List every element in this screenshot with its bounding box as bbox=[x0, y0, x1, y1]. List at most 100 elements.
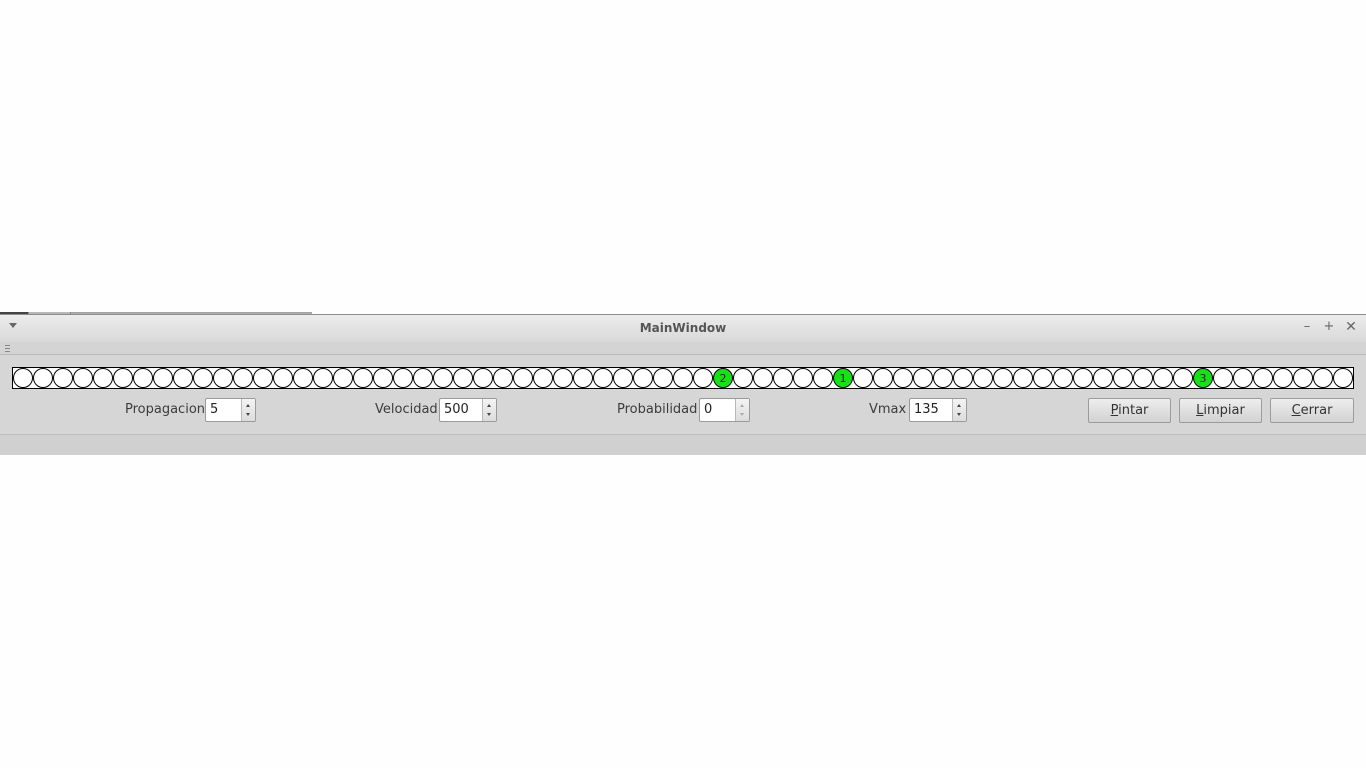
cerrar-label: errar bbox=[1300, 403, 1333, 418]
probabilidad-spinbox[interactable]: 0 bbox=[699, 398, 750, 422]
empty-cell-circle bbox=[1253, 368, 1273, 388]
probabilidad-up-icon[interactable] bbox=[740, 404, 744, 407]
cerrar-button[interactable]: Cerrar bbox=[1270, 398, 1354, 423]
empty-cell-circle bbox=[93, 368, 113, 388]
empty-cell-circle bbox=[1053, 368, 1073, 388]
empty-cell-circle bbox=[313, 368, 333, 388]
empty-cell-circle bbox=[613, 368, 633, 388]
cell bbox=[953, 368, 973, 388]
cell bbox=[813, 368, 833, 388]
toolbar bbox=[0, 342, 1366, 355]
empty-cell-circle bbox=[13, 368, 33, 388]
empty-cell-circle bbox=[513, 368, 533, 388]
velocidad-value[interactable]: 500 bbox=[444, 402, 469, 417]
limpiar-label: impiar bbox=[1203, 403, 1245, 418]
empty-cell-circle bbox=[213, 368, 233, 388]
empty-cell-circle bbox=[953, 368, 973, 388]
empty-cell-circle bbox=[273, 368, 293, 388]
vmax-label: Vmax bbox=[869, 402, 907, 417]
pintar-button[interactable]: Pintar bbox=[1088, 398, 1171, 423]
vmax-up-icon[interactable] bbox=[957, 404, 961, 407]
cell bbox=[73, 368, 93, 388]
propagacion-value[interactable]: 5 bbox=[210, 402, 218, 417]
cell bbox=[1073, 368, 1093, 388]
empty-cell-circle bbox=[1333, 368, 1353, 388]
limpiar-button[interactable]: Limpiar bbox=[1179, 398, 1262, 423]
empty-cell-circle bbox=[1173, 368, 1193, 388]
empty-cell-circle bbox=[593, 368, 613, 388]
cell bbox=[893, 368, 913, 388]
empty-cell-circle bbox=[1033, 368, 1053, 388]
empty-cell-circle bbox=[873, 368, 893, 388]
cell bbox=[773, 368, 793, 388]
empty-cell-circle bbox=[253, 368, 273, 388]
empty-cell-circle bbox=[753, 368, 773, 388]
cell bbox=[1253, 368, 1273, 388]
cell bbox=[573, 368, 593, 388]
cell bbox=[293, 368, 313, 388]
velocidad-spinbox[interactable]: 500 bbox=[439, 398, 497, 422]
probabilidad-value[interactable]: 0 bbox=[704, 402, 712, 417]
cell bbox=[113, 368, 133, 388]
empty-cell-circle bbox=[1273, 368, 1293, 388]
empty-cell-circle bbox=[853, 368, 873, 388]
cell bbox=[533, 368, 553, 388]
cell bbox=[33, 368, 53, 388]
empty-cell-circle bbox=[813, 368, 833, 388]
cell bbox=[1013, 368, 1033, 388]
empty-cell-circle bbox=[733, 368, 753, 388]
vmax-spinbox[interactable]: 135 bbox=[909, 398, 967, 422]
velocidad-up-icon[interactable] bbox=[487, 404, 491, 407]
cell: 1 bbox=[833, 368, 853, 388]
cell bbox=[1113, 368, 1133, 388]
cell bbox=[513, 368, 533, 388]
empty-cell-circle bbox=[1113, 368, 1133, 388]
empty-cell-circle bbox=[1073, 368, 1093, 388]
cell bbox=[393, 368, 413, 388]
empty-cell-circle bbox=[233, 368, 253, 388]
title-bar[interactable]: MainWindow – + ✕ bbox=[0, 315, 1366, 342]
cell bbox=[1033, 368, 1053, 388]
cell bbox=[273, 368, 293, 388]
cell bbox=[793, 368, 813, 388]
empty-cell-circle bbox=[1093, 368, 1113, 388]
cell bbox=[1093, 368, 1113, 388]
propagacion-spinbox[interactable]: 5 bbox=[205, 398, 256, 422]
toolbar-grip-icon[interactable] bbox=[5, 345, 10, 352]
cell bbox=[173, 368, 193, 388]
empty-cell-circle bbox=[153, 368, 173, 388]
cell bbox=[933, 368, 953, 388]
cell bbox=[433, 368, 453, 388]
cell bbox=[1213, 368, 1233, 388]
propagacion-down-icon[interactable] bbox=[246, 413, 250, 416]
window-title: MainWindow bbox=[639, 321, 727, 335]
minimize-icon[interactable]: – bbox=[1300, 320, 1314, 334]
empty-cell-circle bbox=[913, 368, 933, 388]
velocidad-down-icon[interactable] bbox=[487, 413, 491, 416]
cell-label: 1 bbox=[840, 372, 847, 385]
empty-cell-circle bbox=[473, 368, 493, 388]
empty-cell-circle bbox=[573, 368, 593, 388]
empty-cell-circle bbox=[373, 368, 393, 388]
empty-cell-circle bbox=[553, 368, 573, 388]
vmax-down-icon[interactable] bbox=[957, 413, 961, 416]
cell bbox=[1153, 368, 1173, 388]
empty-cell-circle bbox=[793, 368, 813, 388]
pintar-label: intar bbox=[1118, 403, 1149, 418]
empty-cell-circle bbox=[293, 368, 313, 388]
cell bbox=[593, 368, 613, 388]
cell-canvas: 2 1 3 bbox=[13, 368, 1353, 388]
propagacion-up-icon[interactable] bbox=[246, 404, 250, 407]
empty-cell-circle bbox=[1153, 368, 1173, 388]
maximize-icon[interactable]: + bbox=[1322, 320, 1336, 334]
cell: 3 bbox=[1193, 368, 1213, 388]
cell bbox=[313, 368, 333, 388]
cell bbox=[873, 368, 893, 388]
vmax-value[interactable]: 135 bbox=[914, 402, 939, 417]
cell bbox=[333, 368, 353, 388]
cell bbox=[93, 368, 113, 388]
cell bbox=[253, 368, 273, 388]
close-icon[interactable]: ✕ bbox=[1344, 320, 1358, 334]
cell bbox=[653, 368, 673, 388]
probabilidad-down-icon[interactable] bbox=[740, 413, 744, 416]
